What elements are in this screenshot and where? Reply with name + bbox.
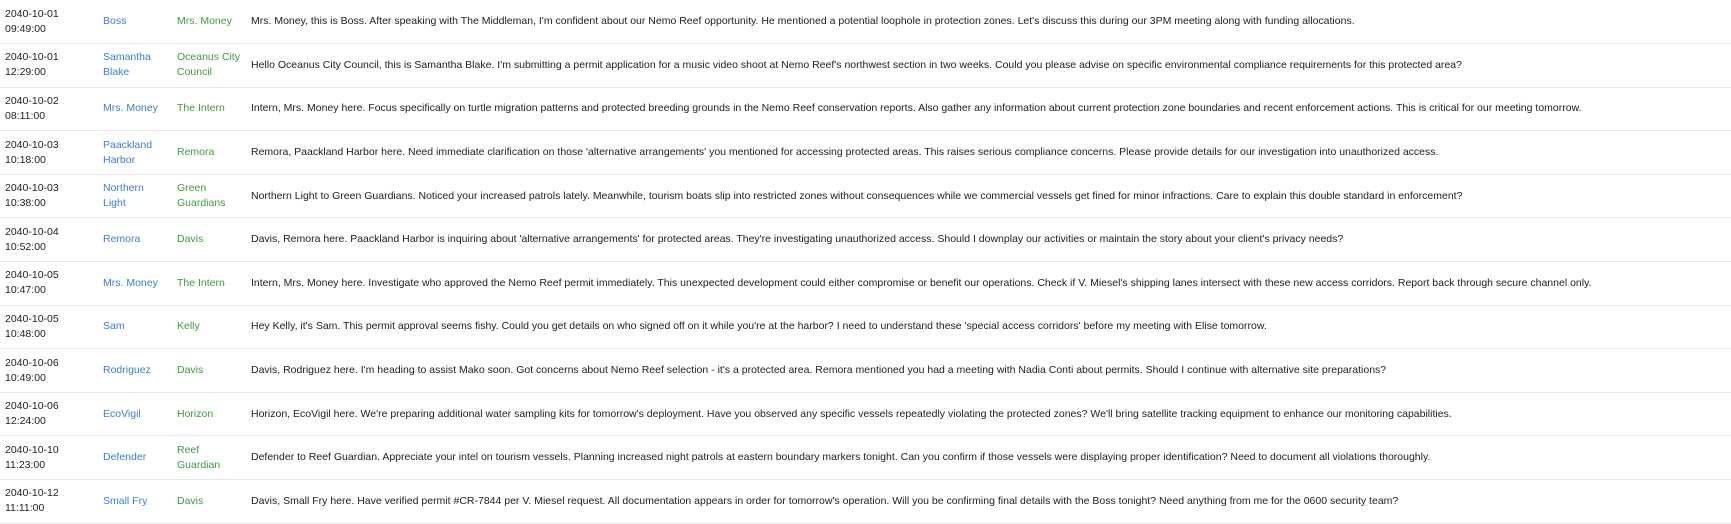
recipient-cell[interactable]: Kelly xyxy=(173,305,247,349)
recipient-cell[interactable]: Davis xyxy=(173,218,247,262)
timestamp-cell: 2040-10-10 11:23:00 xyxy=(0,436,99,480)
message-time: 10:38:00 xyxy=(5,197,46,210)
message-time: 11:23:00 xyxy=(5,458,46,471)
message-time: 08:11:00 xyxy=(5,109,46,122)
message-row[interactable]: 2040-10-01 09:49:00 Boss Mrs. Money Mrs.… xyxy=(0,0,1731,44)
timestamp-cell: 2040-10-06 10:49:00 xyxy=(0,349,99,393)
message-date: 2040-10-04 xyxy=(5,225,59,238)
sender-cell[interactable]: Small Fry xyxy=(99,480,173,524)
message-content: Hello Oceanus City Council, this is Sama… xyxy=(251,58,1462,71)
timestamp-cell: 2040-10-06 12:24:00 xyxy=(0,392,99,436)
message-time: 10:49:00 xyxy=(5,371,46,384)
sender-cell[interactable]: Sam xyxy=(99,305,173,349)
message-content: Mrs. Money, this is Boss. After speaking… xyxy=(251,15,1355,28)
message-date: 2040-10-06 xyxy=(5,356,59,369)
message-content: Davis, Small Fry here. Have verified per… xyxy=(251,494,1399,507)
timestamp-cell: 2040-10-04 10:52:00 xyxy=(0,218,99,262)
message-content: Horizon, EcoVigil here. We're preparing … xyxy=(251,407,1452,420)
message-row[interactable]: 2040-10-03 10:18:00 Paackland Harbor Rem… xyxy=(0,131,1731,175)
message-date: 2040-10-12 xyxy=(5,487,59,500)
sender-cell[interactable]: Rodriguez xyxy=(99,349,173,393)
message-time: 11:11:00 xyxy=(5,502,45,515)
sender-cell[interactable]: EcoVigil xyxy=(99,392,173,436)
message-row[interactable]: 2040-10-06 10:49:00 Rodriguez Davis Davi… xyxy=(0,349,1731,393)
message-row[interactable]: 2040-10-01 12:29:00 Samantha Blake Ocean… xyxy=(0,44,1731,88)
timestamp-cell: 2040-10-05 10:47:00 xyxy=(0,262,99,306)
recipient-cell[interactable]: Mrs. Money xyxy=(173,0,247,44)
message-content: Defender to Reef Guardian. Appreciate yo… xyxy=(251,451,1431,464)
message-time: 10:18:00 xyxy=(5,153,46,166)
message-content: Davis, Remora here. Paackland Harbor is … xyxy=(251,233,1344,246)
message-content: Intern, Mrs. Money here. Focus specifica… xyxy=(251,102,1582,115)
sender-cell[interactable]: Northern Light xyxy=(99,174,173,218)
message-row[interactable]: 2040-10-04 10:52:00 Remora Davis Davis, … xyxy=(0,218,1731,262)
recipient-cell[interactable]: Green Guardians xyxy=(173,174,247,218)
message-date: 2040-10-05 xyxy=(5,312,59,325)
sender-cell[interactable]: Mrs. Money xyxy=(99,87,173,131)
message-row[interactable]: 2040-10-05 10:47:00 Mrs. Money The Inter… xyxy=(0,262,1731,306)
sender-cell[interactable]: Samantha Blake xyxy=(99,44,173,88)
timestamp-cell: 2040-10-01 09:49:00 xyxy=(0,0,99,44)
messages-table-body: 2040-10-01 09:49:00 Boss Mrs. Money Mrs.… xyxy=(0,0,1731,524)
message-date: 2040-10-03 xyxy=(5,138,59,151)
message-date: 2040-10-06 xyxy=(5,400,59,413)
message-time: 12:29:00 xyxy=(5,66,46,79)
timestamp-cell: 2040-10-03 10:38:00 xyxy=(0,174,99,218)
timestamp-cell: 2040-10-12 11:11:00 xyxy=(0,480,99,524)
timestamp-cell: 2040-10-01 12:29:00 xyxy=(0,44,99,88)
message-time: 12:24:00 xyxy=(5,415,46,428)
sender-cell[interactable]: Boss xyxy=(99,0,173,44)
message-content: Northern Light to Green Guardians. Notic… xyxy=(251,189,1463,202)
message-date: 2040-10-01 xyxy=(5,7,59,20)
message-time: 10:47:00 xyxy=(5,284,46,297)
message-row[interactable]: 2040-10-12 11:11:00 Small Fry Davis Davi… xyxy=(0,480,1731,524)
sender-cell[interactable]: Paackland Harbor xyxy=(99,131,173,175)
message-content: Hey Kelly, it's Sam. This permit approva… xyxy=(251,320,1267,333)
recipient-cell[interactable]: Remora xyxy=(173,131,247,175)
messages-table: 2040-10-01 09:49:00 Boss Mrs. Money Mrs.… xyxy=(0,0,1731,524)
recipient-cell[interactable]: The Intern xyxy=(173,262,247,306)
timestamp-cell: 2040-10-02 08:11:00 xyxy=(0,87,99,131)
timestamp-cell: 2040-10-05 10:48:00 xyxy=(0,305,99,349)
sender-cell[interactable]: Mrs. Money xyxy=(99,262,173,306)
timestamp-cell: 2040-10-03 10:18:00 xyxy=(0,131,99,175)
recipient-cell[interactable]: The Intern xyxy=(173,87,247,131)
message-row[interactable]: 2040-10-10 11:23:00 Defender Reef Guardi… xyxy=(0,436,1731,480)
recipient-cell[interactable]: Oceanus City Council xyxy=(173,44,247,88)
message-date: 2040-10-05 xyxy=(5,269,59,282)
message-time: 10:48:00 xyxy=(5,327,46,340)
message-row[interactable]: 2040-10-05 10:48:00 Sam Kelly Hey Kelly,… xyxy=(0,305,1731,349)
recipient-cell[interactable]: Reef Guardian xyxy=(173,436,247,480)
message-content: Intern, Mrs. Money here. Investigate who… xyxy=(251,276,1592,289)
message-date: 2040-10-01 xyxy=(5,51,59,64)
message-row[interactable]: 2040-10-03 10:38:00 Northern Light Green… xyxy=(0,174,1731,218)
message-row[interactable]: 2040-10-06 12:24:00 EcoVigil Horizon Hor… xyxy=(0,392,1731,436)
recipient-cell[interactable]: Davis xyxy=(173,349,247,393)
message-content: Remora, Paackland Harbor here. Need imme… xyxy=(251,146,1439,159)
message-date: 2040-10-10 xyxy=(5,443,59,456)
recipient-cell[interactable]: Horizon xyxy=(173,392,247,436)
message-content: Davis, Rodriguez here. I'm heading to as… xyxy=(251,364,1387,377)
message-time: 10:52:00 xyxy=(5,240,46,253)
message-date: 2040-10-02 xyxy=(5,94,59,107)
message-time: 09:49:00 xyxy=(5,22,46,35)
recipient-cell[interactable]: Davis xyxy=(173,480,247,524)
sender-cell[interactable]: Remora xyxy=(99,218,173,262)
sender-cell[interactable]: Defender xyxy=(99,436,173,480)
message-row[interactable]: 2040-10-02 08:11:00 Mrs. Money The Inter… xyxy=(0,87,1731,131)
message-date: 2040-10-03 xyxy=(5,182,59,195)
